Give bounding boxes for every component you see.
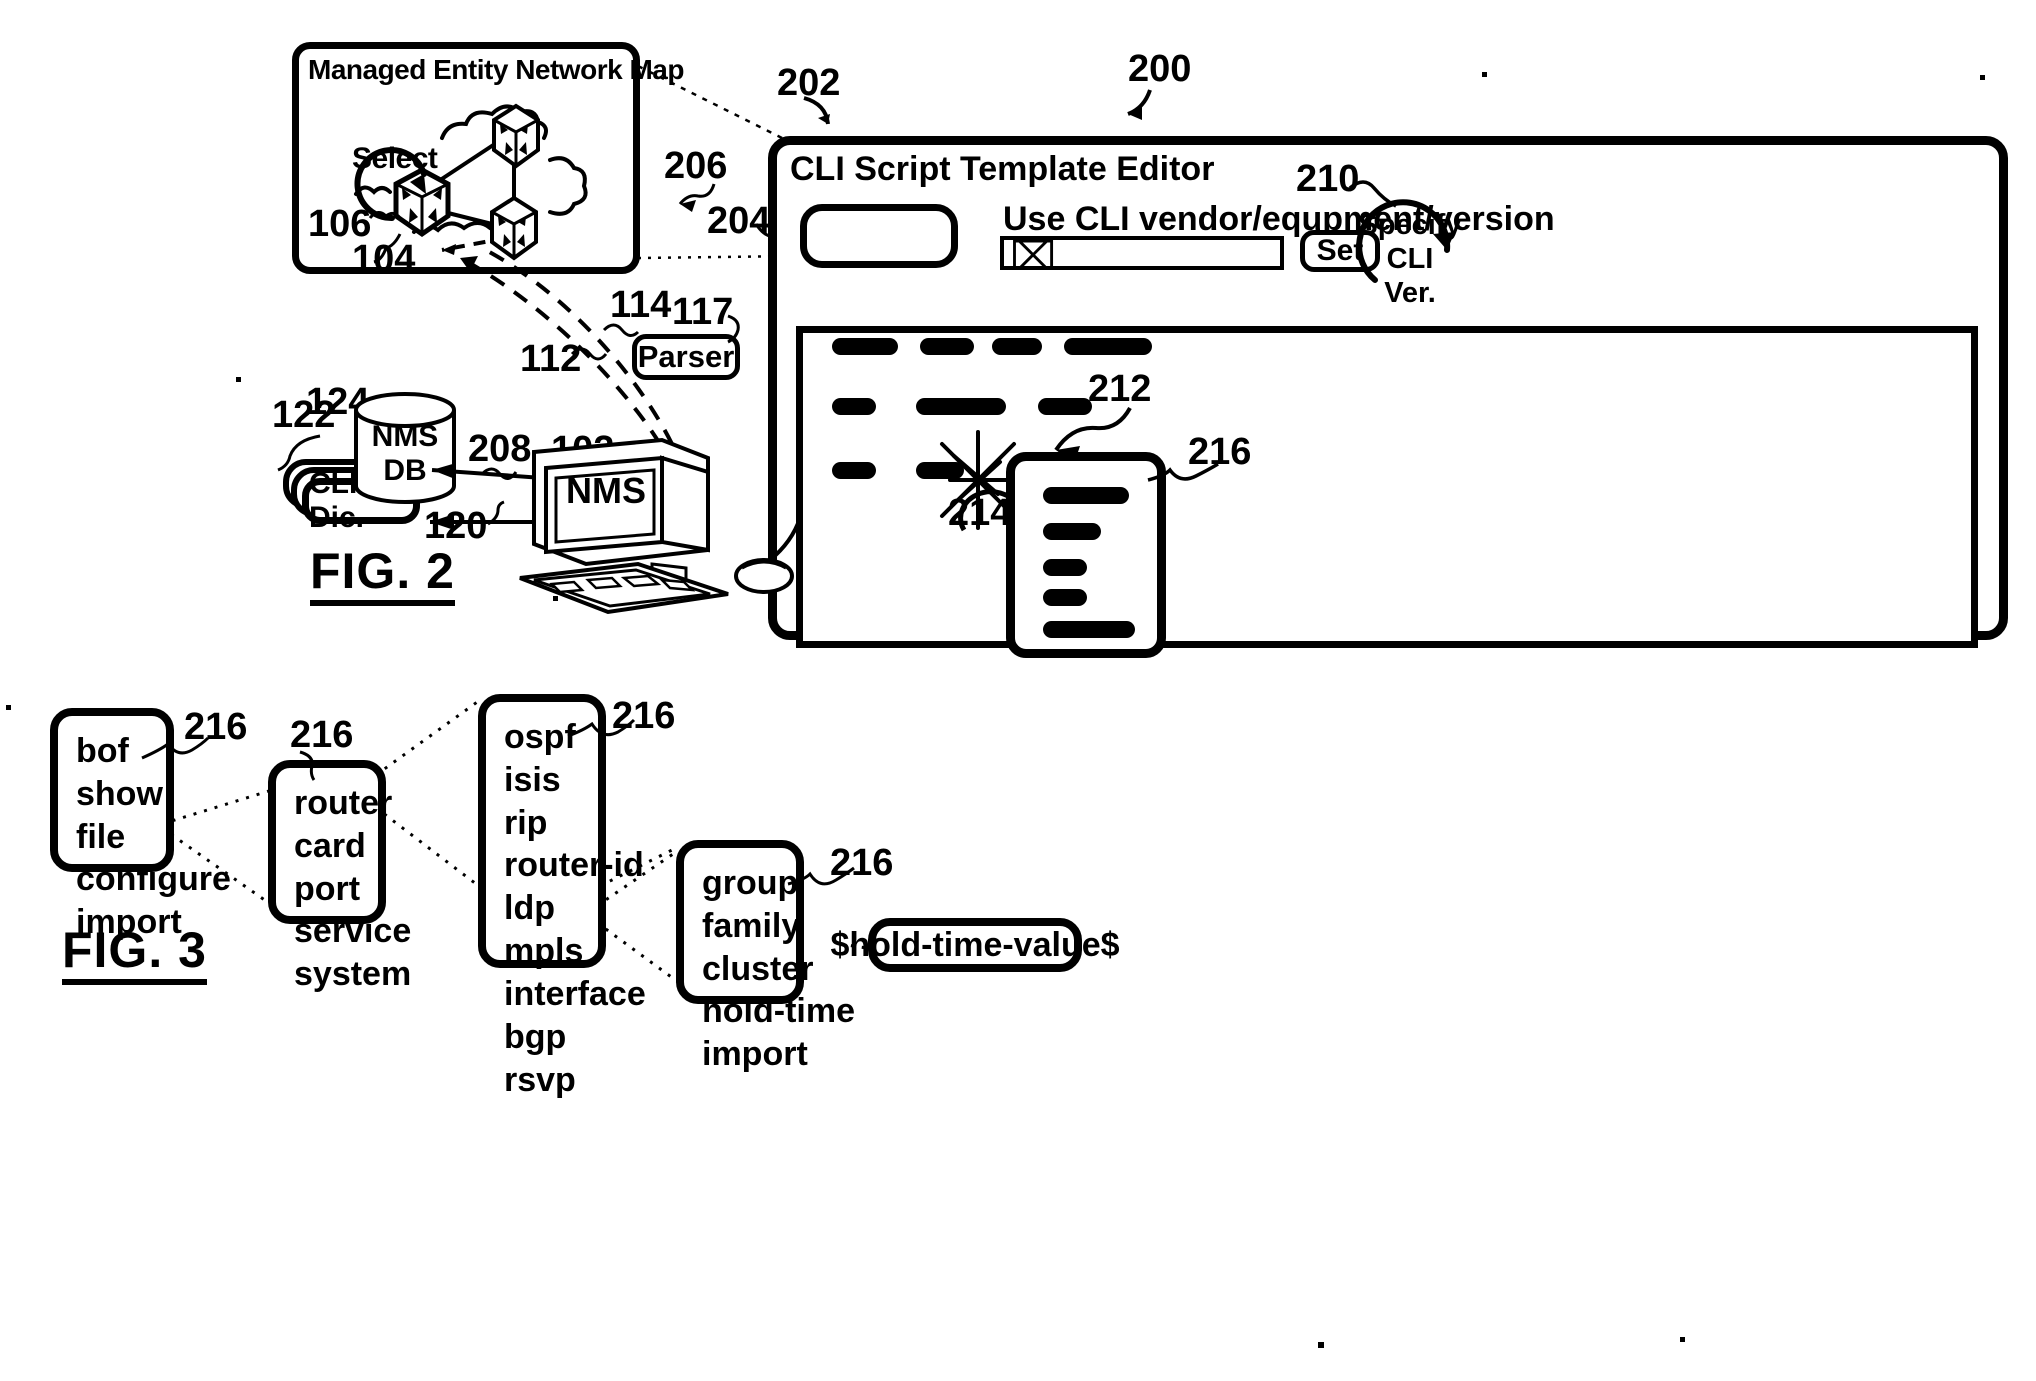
nms-db-label-line1: NMS bbox=[371, 420, 439, 453]
fig3-list-box-2[interactable]: router card port service system bbox=[268, 760, 411, 993]
scan-speckle bbox=[553, 596, 558, 601]
editor-title: CLI Script Template Editor bbox=[790, 150, 1215, 188]
scan-speckle bbox=[1318, 1342, 1324, 1348]
fig3-value-box[interactable]: $hold-time-value$ bbox=[830, 918, 1120, 972]
list-item[interactable]: rsvp bbox=[504, 1059, 582, 1102]
specify-annotation-line2: CLI Ver. bbox=[1384, 243, 1436, 310]
ref-210-leader bbox=[1348, 180, 1397, 208]
select-label: Select bbox=[352, 142, 438, 175]
list-item[interactable]: ldp bbox=[504, 887, 582, 930]
list-item[interactable]: router-id bbox=[504, 844, 644, 887]
list-item[interactable]: group bbox=[702, 862, 798, 905]
ref-212: 212 bbox=[1088, 368, 1152, 410]
ref-216-popup-leader bbox=[1147, 462, 1219, 482]
specify-cli-version-annotation-text: Specify CLI Ver. bbox=[1358, 208, 1462, 311]
ref-117-leader bbox=[727, 314, 740, 344]
ref-200: 200 bbox=[1128, 48, 1192, 90]
popup-item[interactable] bbox=[1043, 621, 1135, 638]
fig3-ref-216-box3-leader bbox=[567, 718, 636, 738]
fig3-list-box-4[interactable]: group family cluster hold-time import bbox=[676, 840, 855, 1073]
script-token bbox=[916, 398, 1006, 415]
script-token bbox=[832, 462, 876, 479]
ref-120: 120 bbox=[424, 505, 488, 547]
list-item[interactable]: card bbox=[294, 825, 366, 868]
list-item[interactable]: file bbox=[76, 816, 150, 859]
fig3-ref-216-box1-leader bbox=[141, 736, 210, 760]
cli-vendor-field-label: Use CLI vendor/equpment/version bbox=[1003, 200, 1555, 238]
script-line-row-1 bbox=[832, 338, 1172, 358]
fig-3-label: FIG. 3 bbox=[62, 925, 207, 985]
list-item[interactable]: mpls bbox=[504, 930, 583, 973]
ref-122-leader bbox=[277, 434, 321, 472]
list-item[interactable]: hold-time bbox=[702, 990, 855, 1033]
list-item[interactable]: family bbox=[702, 905, 800, 948]
fig-2-label: FIG. 2 bbox=[310, 546, 455, 606]
list-item[interactable]: system bbox=[294, 953, 411, 996]
popup-item[interactable] bbox=[1043, 487, 1129, 504]
dashed-flow-arcs bbox=[459, 246, 674, 446]
scan-speckle bbox=[1482, 72, 1487, 77]
list-item[interactable]: show bbox=[76, 773, 163, 816]
display-network-map-button[interactable] bbox=[800, 204, 958, 268]
fig3-ref-216-box2-leader bbox=[299, 750, 316, 781]
list-item[interactable]: rip bbox=[504, 802, 582, 845]
list-item[interactable]: service bbox=[294, 910, 411, 953]
ref-104: 104 bbox=[352, 238, 416, 280]
patent-figure-page: Managed Entity Network Map Select 106 10… bbox=[0, 0, 2036, 1381]
popup-item[interactable] bbox=[1043, 559, 1087, 576]
list-item[interactable]: $hold-time-value$ bbox=[830, 924, 1119, 967]
list-item[interactable]: bof bbox=[76, 730, 150, 773]
fig3-ref-216-box4-leader bbox=[787, 866, 855, 886]
script-token bbox=[1064, 338, 1152, 355]
list-item[interactable]: isis bbox=[504, 759, 582, 802]
popup-item[interactable] bbox=[1043, 523, 1101, 540]
nms-screen-label: NMS bbox=[566, 470, 646, 511]
list-item[interactable]: cluster bbox=[702, 948, 814, 991]
scan-speckle bbox=[6, 705, 11, 710]
list-item[interactable]: configure bbox=[76, 858, 231, 901]
script-token bbox=[920, 338, 974, 355]
script-token bbox=[832, 398, 876, 415]
cli-vendor-input[interactable]: ⌧ bbox=[1000, 236, 1284, 277]
text-caret-icon: ⌧ bbox=[1010, 234, 1057, 279]
list-item[interactable]: bgp bbox=[504, 1016, 582, 1059]
scan-speckle bbox=[1980, 75, 1985, 80]
list-item[interactable]: port bbox=[294, 868, 362, 911]
list-item[interactable]: import bbox=[702, 1033, 808, 1076]
script-token bbox=[992, 338, 1042, 355]
scan-speckle bbox=[236, 377, 241, 382]
list-item[interactable]: router bbox=[294, 782, 392, 825]
scan-speckle bbox=[1680, 1337, 1685, 1342]
cli-keyword-popup-menu[interactable] bbox=[1006, 452, 1166, 658]
script-token bbox=[832, 338, 898, 355]
ref-200-leader bbox=[1127, 89, 1152, 120]
list-item[interactable]: interface bbox=[504, 973, 646, 1016]
popup-item[interactable] bbox=[1043, 589, 1087, 606]
nms-workstation-graphic bbox=[519, 437, 802, 615]
